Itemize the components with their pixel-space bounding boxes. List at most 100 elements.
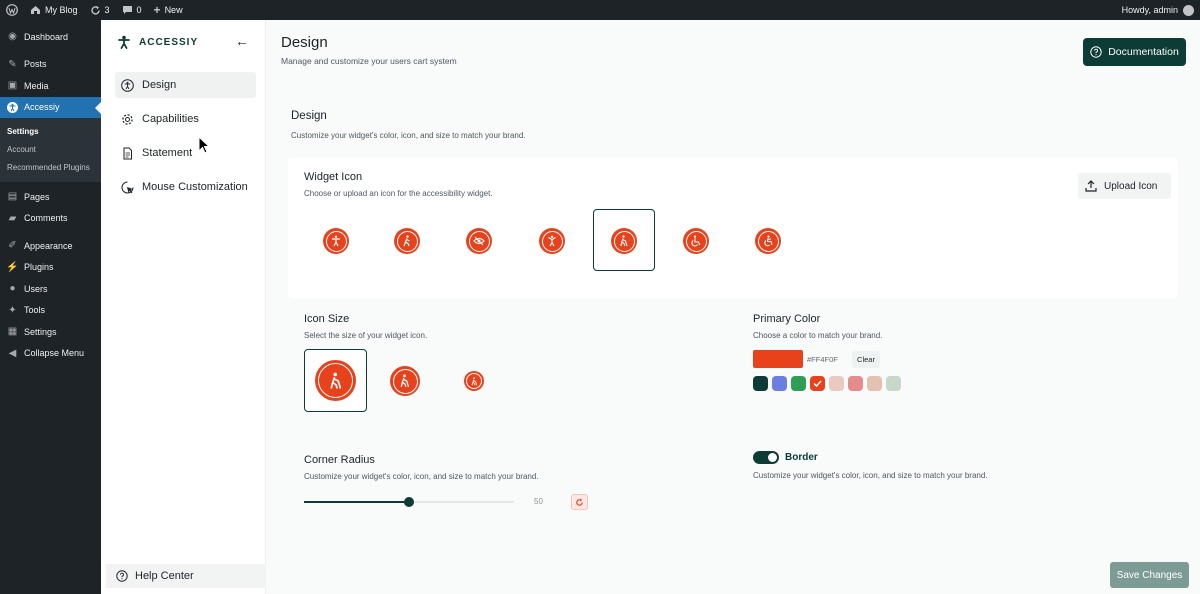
documentation-button[interactable]: Documentation bbox=[1083, 38, 1186, 66]
menu-pages[interactable]: ▤ Pages bbox=[0, 186, 101, 208]
widget-icon-option-3[interactable] bbox=[466, 228, 492, 254]
admin-bar: My Blog 3 0 + New Howdy, admin bbox=[0, 0, 1200, 20]
refresh-icon bbox=[90, 5, 100, 14]
corner-radius-value: 50 bbox=[534, 497, 543, 506]
menu-settings[interactable]: ▦ Settings bbox=[0, 321, 101, 343]
collapse-icon: ◀ bbox=[8, 347, 17, 359]
plugin-sidebar: ACCESSIY ← Design Capabilities Statement… bbox=[101, 20, 269, 594]
icon-size-large[interactable] bbox=[315, 360, 356, 401]
site-name-link[interactable]: My Blog bbox=[24, 0, 84, 20]
color-swatch[interactable] bbox=[753, 376, 768, 391]
corner-radius-subtitle: Customize your widget's color, icon, and… bbox=[304, 472, 539, 481]
cursor-click-icon bbox=[121, 181, 134, 194]
icon-size-small[interactable] bbox=[464, 371, 484, 391]
settings-icon: ▦ bbox=[7, 326, 18, 338]
menu-appearance[interactable]: ✐ Appearance bbox=[0, 235, 101, 257]
color-swatch[interactable] bbox=[829, 376, 844, 391]
border-toggle[interactable] bbox=[753, 451, 779, 464]
site-name: My Blog bbox=[45, 5, 78, 15]
color-swatch[interactable] bbox=[886, 376, 901, 391]
comments-link[interactable]: 0 bbox=[116, 0, 148, 20]
upload-icon-button[interactable]: Upload Icon bbox=[1078, 173, 1172, 199]
accessibility-logo-icon bbox=[118, 35, 130, 49]
plus-icon: + bbox=[153, 3, 161, 17]
menu-posts[interactable]: ✎ Posts bbox=[0, 54, 101, 76]
back-arrow-icon[interactable]: ← bbox=[235, 33, 249, 49]
corner-radius-title: Corner Radius bbox=[304, 454, 375, 466]
menu-label: Media bbox=[24, 80, 49, 91]
new-content-link[interactable]: + New bbox=[148, 0, 189, 20]
menu-accessiy[interactable]: Accessiy bbox=[0, 96, 101, 118]
walking-cane-icon bbox=[471, 376, 477, 385]
widget-icon-option-7[interactable] bbox=[755, 228, 781, 254]
corner-radius-slider-handle[interactable] bbox=[404, 497, 414, 507]
color-swatch[interactable] bbox=[867, 376, 882, 391]
widget-icon-option-4[interactable] bbox=[539, 228, 565, 254]
accessiy-submenu: Settings Account Recommended Plugins bbox=[0, 118, 101, 182]
my-account-link[interactable]: Howdy, admin bbox=[1116, 0, 1200, 20]
menu-label: Comments bbox=[24, 213, 68, 224]
help-icon bbox=[115, 570, 128, 583]
widget-icon-option-6[interactable] bbox=[683, 228, 709, 254]
current-color-swatch[interactable] bbox=[753, 350, 803, 368]
reset-icon bbox=[576, 498, 583, 506]
widget-icon-option-2[interactable] bbox=[394, 228, 420, 254]
walking-person-icon bbox=[403, 235, 410, 247]
walking-cane-icon bbox=[329, 372, 341, 389]
icon-size-title: Icon Size bbox=[304, 313, 350, 325]
pin-icon: ✎ bbox=[8, 58, 17, 70]
nav-statement[interactable]: Statement bbox=[115, 140, 256, 166]
menu-label: Pages bbox=[24, 191, 50, 202]
menu-plugins[interactable]: ⚡ Plugins bbox=[0, 257, 101, 279]
reset-radius-button[interactable] bbox=[571, 494, 588, 510]
nav-design[interactable]: Design bbox=[115, 72, 256, 98]
comment-icon bbox=[122, 6, 132, 14]
updates-link[interactable]: 3 bbox=[84, 0, 116, 20]
widget-icon-option-5-selected[interactable] bbox=[611, 228, 637, 254]
icon-size-medium[interactable] bbox=[390, 366, 420, 396]
color-swatch[interactable] bbox=[848, 376, 863, 391]
person-arms-up-icon bbox=[548, 235, 556, 247]
check-icon bbox=[813, 380, 822, 388]
accessibility-person-icon bbox=[332, 235, 340, 247]
help-center-button[interactable]: Help Center bbox=[106, 564, 269, 588]
nav-capabilities[interactable]: Capabilities bbox=[115, 106, 256, 132]
walking-cane-icon bbox=[400, 374, 410, 388]
document-icon bbox=[121, 147, 134, 160]
wp-admin-menu: ◉ Dashboard ✎ Posts ▣ Media Accessiy Settin… bbox=[0, 20, 101, 594]
menu-tools[interactable]: ✦ Tools bbox=[0, 300, 101, 322]
color-swatch[interactable] bbox=[791, 376, 806, 391]
widget-icon-card bbox=[288, 158, 1178, 298]
widget-icon-title: Widget Icon bbox=[304, 171, 363, 183]
section-subtitle: Customize your widget's color, icon, and… bbox=[291, 131, 526, 140]
submenu-recommended-plugins[interactable]: Recommended Plugins bbox=[0, 158, 101, 176]
menu-comments[interactable]: ▰ Comments bbox=[0, 208, 101, 230]
submenu-settings[interactable]: Settings bbox=[0, 122, 101, 140]
plug-icon: ⚡ bbox=[6, 261, 19, 273]
upload-label: Upload Icon bbox=[1104, 180, 1158, 192]
nav-label: Mouse Customization bbox=[142, 181, 248, 193]
widget-icon-option-1[interactable] bbox=[323, 228, 349, 254]
menu-collapse[interactable]: ◀ Collapse Menu bbox=[0, 343, 101, 365]
clear-color-button[interactable]: Clear bbox=[852, 351, 880, 368]
color-swatch[interactable] bbox=[810, 376, 825, 391]
nav-label: Capabilities bbox=[142, 113, 199, 125]
brush-icon: ✐ bbox=[8, 240, 17, 252]
menu-media[interactable]: ▣ Media bbox=[0, 75, 101, 97]
menu-users[interactable]: ● Users bbox=[0, 278, 101, 300]
toggle-knob bbox=[768, 453, 777, 462]
home-icon bbox=[31, 6, 40, 14]
section-title: Design bbox=[291, 110, 327, 122]
nav-mouse-customization[interactable]: Mouse Customization bbox=[115, 174, 256, 200]
menu-dashboard[interactable]: ◉ Dashboard bbox=[0, 26, 101, 48]
save-changes-button[interactable]: Save Changes bbox=[1110, 562, 1189, 588]
color-swatch[interactable] bbox=[772, 376, 787, 391]
wordpress-logo[interactable] bbox=[0, 0, 24, 20]
submenu-account[interactable]: Account bbox=[0, 140, 101, 158]
comment-icon: ▰ bbox=[8, 212, 17, 224]
border-label: Border bbox=[785, 452, 818, 463]
comments-count: 0 bbox=[136, 5, 142, 15]
brand-logo: ACCESSIY bbox=[117, 35, 198, 49]
wordpress-icon bbox=[6, 4, 18, 16]
menu-label: Collapse Menu bbox=[24, 348, 85, 359]
